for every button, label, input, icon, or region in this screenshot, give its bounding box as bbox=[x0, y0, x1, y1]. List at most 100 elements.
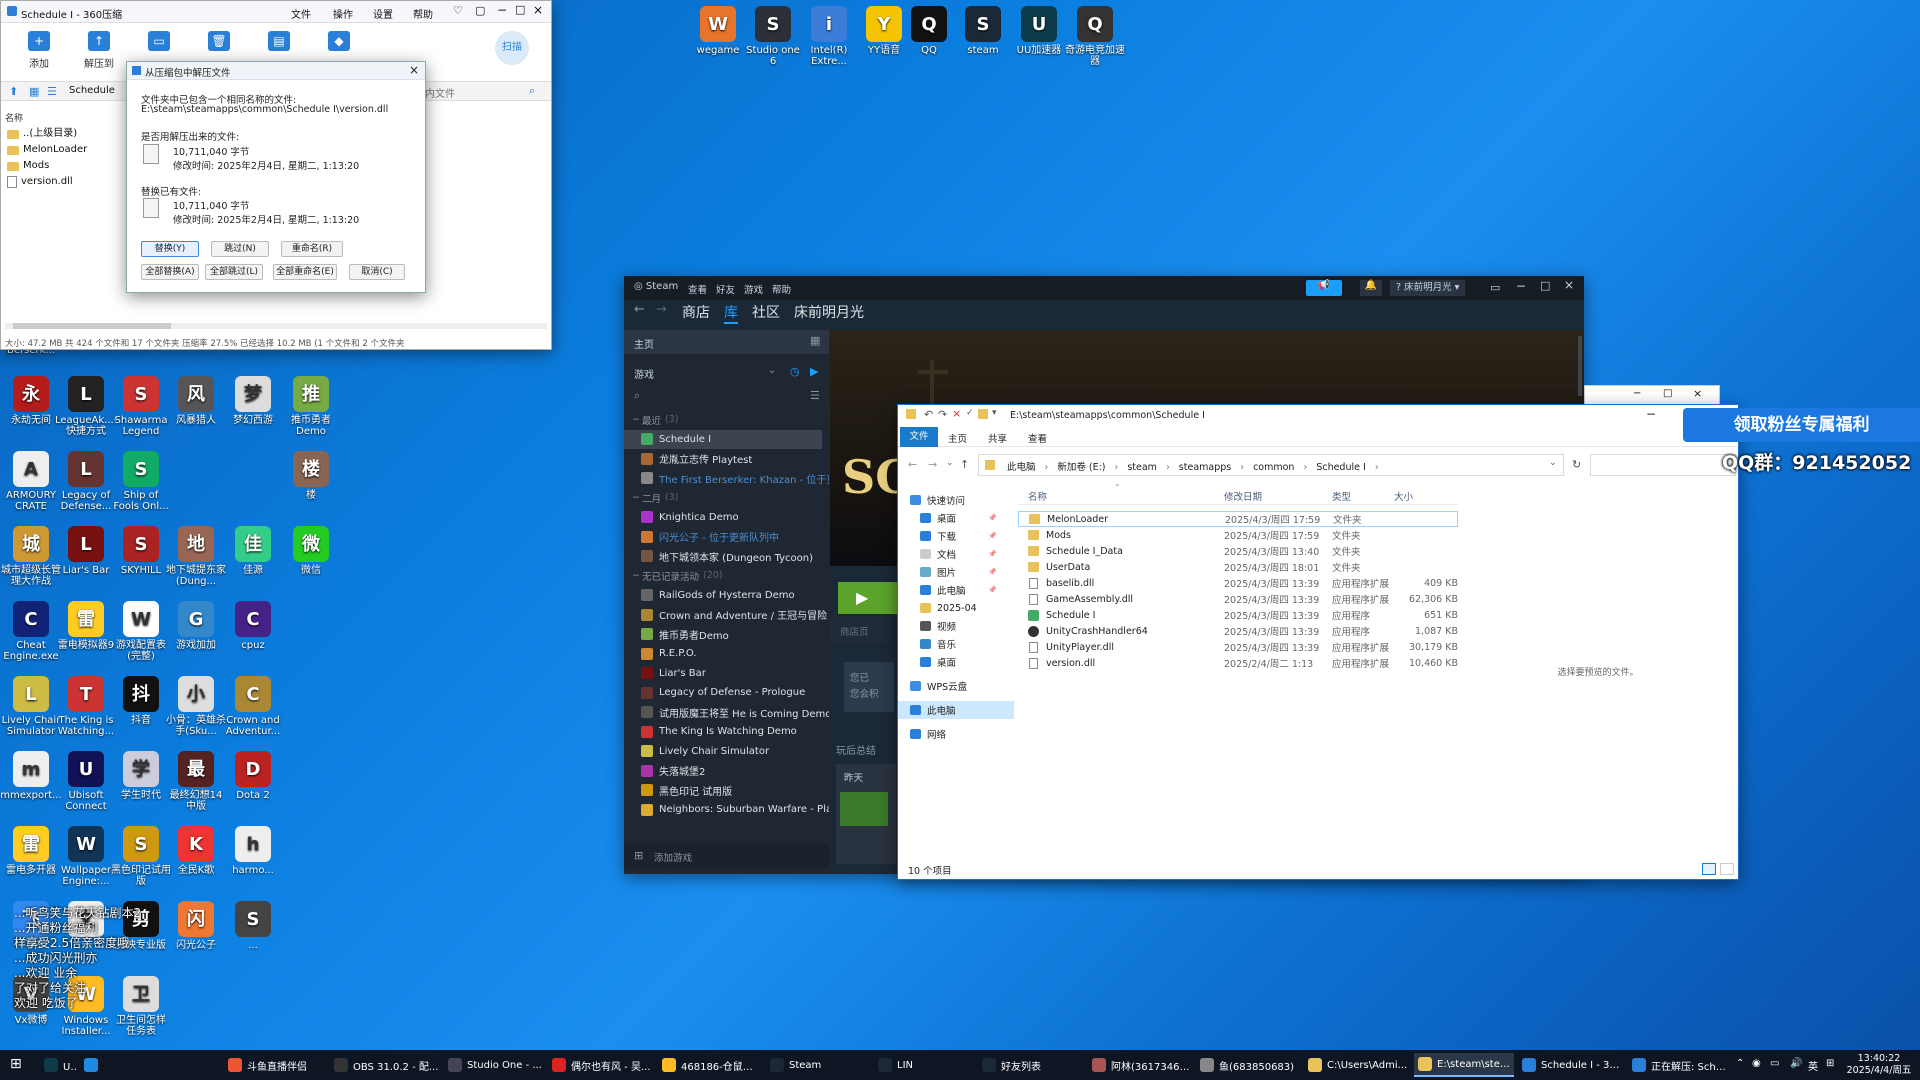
breadcrumb-separator-icon[interactable]: › bbox=[1300, 462, 1310, 473]
desktop-icon[interactable]: S 黑色印记试用版 bbox=[110, 826, 172, 887]
tray-app-icon[interactable]: ◉ bbox=[1752, 1058, 1761, 1069]
search-icon[interactable]: ⌕ bbox=[634, 389, 640, 403]
skip-all-button[interactable]: 全部跳过(L) bbox=[205, 264, 263, 280]
zip-menu-file[interactable]: 文件 bbox=[291, 6, 311, 21]
up-icon[interactable]: ⬆ bbox=[9, 85, 18, 98]
breadcrumb-item[interactable]: 此电脑 bbox=[1007, 462, 1036, 473]
breadcrumb-item[interactable]: steam bbox=[1127, 462, 1157, 473]
desktop-icon[interactable]: L Liar's Bar bbox=[55, 526, 117, 576]
clock-icon[interactable]: ◷ bbox=[790, 365, 800, 378]
announce-icon[interactable]: 📢 bbox=[1306, 280, 1342, 296]
add-game-button[interactable]: ⊞ 添加游戏 bbox=[624, 844, 829, 868]
desktop-icon[interactable]: S Studio one 6 bbox=[742, 6, 804, 67]
nav-item[interactable]: 网络 bbox=[898, 725, 1014, 743]
breadcrumb-separator-icon[interactable]: › bbox=[1042, 462, 1052, 473]
desktop-icon[interactable]: 雷雷电多开器 bbox=[0, 826, 62, 876]
ime-mode-icon[interactable]: ⊞ bbox=[1826, 1058, 1834, 1069]
desktop-icon[interactable]: 学学生时代 bbox=[110, 751, 172, 801]
qat-chevron-down-icon[interactable]: ▾ bbox=[992, 408, 997, 418]
steam-menu-games[interactable]: 游戏 bbox=[744, 282, 763, 296]
game-list-item[interactable]: 黑色印记 试用版 bbox=[624, 781, 829, 801]
steam-menu-help[interactable]: 帮助 bbox=[772, 282, 791, 296]
list-item[interactable]: Mods bbox=[3, 158, 123, 174]
details-view-icon[interactable] bbox=[1702, 863, 1716, 875]
bg-minimize-icon[interactable]: − bbox=[1633, 388, 1641, 399]
skin-icon[interactable]: ♡ bbox=[453, 4, 463, 17]
game-list-item[interactable]: 地下城领本家 (Dungeon Tycoon) bbox=[624, 547, 829, 567]
breadcrumb-separator-icon[interactable]: › bbox=[1163, 462, 1173, 473]
user-menu[interactable]: ? 床前明月光 ▾ bbox=[1390, 280, 1466, 296]
desktop-icon[interactable]: C Cheat Engine.exe bbox=[0, 601, 62, 662]
steam-maximize-icon[interactable]: □ bbox=[1540, 279, 1550, 292]
desktop-icon[interactable]: W Wallpaper Engine:... bbox=[55, 826, 117, 887]
replace-button[interactable]: 替换(Y) bbox=[141, 241, 199, 257]
tab-file[interactable]: 文件 bbox=[900, 427, 938, 447]
nav-item[interactable]: 图片 📌 bbox=[898, 563, 1014, 581]
filter-icon[interactable]: ☰ bbox=[810, 389, 820, 402]
address-chevron-down-icon[interactable]: ⌄ bbox=[1549, 458, 1557, 468]
network-icon[interactable]: ▭ bbox=[1770, 1058, 1779, 1069]
taskbar-button[interactable]: 斗鱼直播伴侣 bbox=[224, 1053, 326, 1077]
nav-item[interactable]: 桌面 bbox=[898, 653, 1014, 671]
up-icon[interactable]: ↑ bbox=[960, 458, 969, 471]
play-filter-icon[interactable]: ▶ bbox=[810, 365, 818, 378]
maximize-icon[interactable]: □ bbox=[515, 3, 525, 16]
taskbar-button[interactable]: LIN bbox=[874, 1053, 974, 1077]
file-row[interactable]: Schedule I 2025/4/3/周四 13:39 应用程序 651 KB bbox=[1018, 607, 1458, 623]
list-item[interactable]: version.dll bbox=[3, 174, 123, 190]
desktop-icon[interactable]: 雷雷电模拟器9 bbox=[55, 601, 117, 651]
delete-icon[interactable]: × bbox=[952, 407, 961, 420]
section-header[interactable]: − 无已记录活动 (20) bbox=[624, 566, 829, 586]
file-row[interactable]: GameAssembly.dll 2025/4/3/周四 13:39 应用程序扩展 6… bbox=[1018, 591, 1458, 607]
desktop-icon[interactable]: C Crown and Adventur... bbox=[222, 676, 284, 737]
desktop-icon[interactable]: D Dota 2 bbox=[222, 751, 284, 801]
desktop-icon[interactable]: S... bbox=[222, 901, 284, 951]
nav-item[interactable]: 文档 📌 bbox=[898, 545, 1014, 563]
game-list-item[interactable]: Knightica Demo bbox=[624, 508, 829, 528]
breadcrumb-item[interactable]: steamapps bbox=[1179, 462, 1231, 473]
game-list-item[interactable]: R.E.P.O. bbox=[624, 644, 829, 664]
game-list-item[interactable]: Crown and Adventure / 王冠与冒险 bbox=[624, 605, 829, 625]
h-scrollbar[interactable] bbox=[5, 323, 547, 329]
pin-icon[interactable]: 📌 bbox=[988, 568, 997, 576]
desktop-icon[interactable]: 风风暴猎人 bbox=[165, 376, 227, 426]
col-type[interactable]: 类型 bbox=[1332, 489, 1351, 503]
zip-menu-help[interactable]: 帮助 bbox=[413, 6, 433, 21]
game-list-item[interactable]: Neighbors: Suburban Warfare - Play bbox=[624, 800, 829, 820]
taskbar-button[interactable]: 鱼(683850683) bbox=[1196, 1053, 1300, 1077]
breadcrumb-separator-icon[interactable]: › bbox=[1372, 462, 1379, 473]
desktop-icon[interactable]: L Legacy of Defense... bbox=[55, 451, 117, 512]
nav-store[interactable]: 商店 bbox=[682, 302, 710, 322]
breadcrumb-item[interactable]: 新加卷 (E:) bbox=[1057, 462, 1105, 473]
game-list-item[interactable]: Lively Chair Simulator bbox=[624, 742, 829, 762]
desktop-icon[interactable]: L Lively Chair Simulator bbox=[0, 676, 62, 737]
chat-icon[interactable]: ▢ bbox=[475, 4, 485, 17]
desktop-icon[interactable]: U UU加速器 bbox=[1008, 6, 1070, 56]
desktop-icon[interactable]: 微微信 bbox=[280, 526, 342, 576]
pin-icon[interactable]: 📌 bbox=[988, 514, 997, 522]
desktop-icon[interactable]: Wwegame bbox=[687, 6, 749, 56]
breadcrumb-item[interactable]: common bbox=[1253, 462, 1294, 473]
explorer-search-input[interactable]: ⌕ bbox=[1590, 454, 1736, 476]
desktop-icon[interactable]: 最最终幻想14中版 bbox=[165, 751, 227, 812]
steam-logo[interactable]: ◎ Steam bbox=[634, 281, 678, 292]
desktop-icon[interactable]: 抖抖音 bbox=[110, 676, 172, 726]
rename-button[interactable]: 重命名(R) bbox=[281, 241, 343, 257]
minimize-icon[interactable]: − bbox=[497, 3, 507, 17]
replace-all-button[interactable]: 全部替换(A) bbox=[141, 264, 199, 280]
zip-menu-ops[interactable]: 操作 bbox=[333, 6, 353, 21]
home-button[interactable]: 主页 ▦ bbox=[624, 330, 829, 354]
desktop-icon[interactable]: Ssteam bbox=[952, 6, 1014, 56]
section-header[interactable]: − 二月 (3) bbox=[624, 488, 829, 508]
explorer-titlebar[interactable]: ↶ ↷ × ✓ ▾ E:\steam\steamapps\common\Sche… bbox=[898, 405, 1738, 427]
taskbar-button[interactable]: Schedule I - 36... bbox=[1518, 1053, 1624, 1077]
desktop-icon[interactable]: 城城市超级长管理大作战 bbox=[0, 526, 62, 587]
nav-item[interactable]: 桌面 📌 bbox=[898, 509, 1014, 527]
desktop-icon[interactable]: 推推币勇者 Demo bbox=[280, 376, 342, 437]
new-folder-icon[interactable] bbox=[978, 409, 988, 419]
tab-home[interactable]: 主页 bbox=[948, 431, 967, 445]
desktop-icon[interactable]: S SKYHILL bbox=[110, 526, 172, 576]
desktop-icon[interactable]: 地地下城提东家(Dung... bbox=[165, 526, 227, 587]
nav-item[interactable]: 下载 📌 bbox=[898, 527, 1014, 545]
toolbar-button-3[interactable]: ▭ bbox=[135, 31, 183, 55]
